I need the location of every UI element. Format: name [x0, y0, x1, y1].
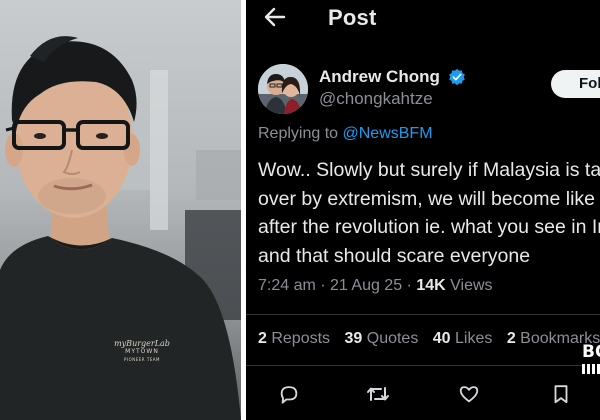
quotes-count: 39: [344, 330, 363, 347]
post-text-line: over by extremism, we will become like I…: [258, 187, 600, 210]
post-header: Post: [246, 0, 600, 38]
like-icon: [459, 386, 479, 403]
repost-button[interactable]: [360, 378, 394, 410]
profile-photo: myBurgerLab MYTOWN PIONEER TEAM: [0, 0, 241, 420]
post-body: Wow.. Slowly but surely if Malaysia is t…: [258, 156, 600, 270]
post-text-line: Wow.. Slowly but surely if Malaysia is t…: [258, 159, 600, 181]
replying-to: Replying to @NewsBFM: [258, 125, 433, 143]
page-title: Post: [328, 5, 377, 30]
reposts-label: Reposts: [266, 330, 331, 347]
avatar-photo: [258, 64, 308, 114]
shirt-line-1: MYTOWN: [125, 348, 159, 355]
author-name[interactable]: Andrew Chong: [319, 67, 440, 87]
action-bar: [246, 378, 600, 410]
likes-count: 40: [432, 330, 451, 347]
watermark-text: BO: [582, 344, 600, 362]
bookmarks-count: 2: [506, 330, 516, 347]
replying-mention-link[interactable]: @NewsBFM: [343, 125, 433, 142]
back-button[interactable]: [260, 4, 290, 30]
views-label: Views: [445, 277, 493, 294]
shirt-line-2: PIONEER TEAM: [124, 357, 160, 362]
avatar[interactable]: [258, 64, 308, 114]
divider-top: [246, 314, 600, 315]
meta-dot: ·: [315, 277, 331, 294]
bookmark-button[interactable]: [544, 378, 578, 410]
reposts-count: 2: [258, 330, 267, 347]
reply-button[interactable]: [272, 378, 306, 410]
post-text-line: and that should scare everyone: [258, 244, 531, 267]
watermark-logo: BO: [582, 344, 600, 384]
likes-label: Likes: [450, 330, 493, 347]
quotes-label: Quotes: [362, 330, 419, 347]
engagement-stats: 2 Reposts 39 Quotes 40 Likes 2 Bookmarks: [258, 330, 600, 348]
watermark-stripes: [582, 364, 600, 374]
post-date[interactable]: 21 Aug 25: [330, 277, 402, 294]
arrow-left-icon: [264, 7, 286, 27]
like-button[interactable]: [452, 378, 486, 410]
shirt-brand: myBurgerLab: [114, 339, 170, 348]
post-meta: 7:24 am · 21 Aug 25 · 14K Views: [258, 277, 493, 295]
repost-icon: [367, 387, 389, 401]
post-text-line: after the revolution ie. what you see in…: [258, 216, 600, 238]
quotes-stat[interactable]: 39 Quotes: [345, 330, 419, 347]
divider-bottom: [246, 365, 600, 366]
reply-icon: [280, 386, 298, 404]
views-count: 14K: [416, 277, 446, 294]
shirt-logo: myBurgerLab MYTOWN PIONEER TEAM: [104, 340, 180, 364]
verified-badge-icon: [449, 68, 465, 86]
bookmark-icon: [554, 385, 568, 404]
reposts-stat[interactable]: 2 Reposts: [258, 330, 330, 347]
replying-prefix: Replying to: [258, 125, 343, 142]
meta-dot: ·: [402, 277, 417, 294]
follow-button[interactable]: Follow: [551, 70, 600, 98]
post-time[interactable]: 7:24 am: [258, 277, 316, 294]
likes-stat[interactable]: 40 Likes: [433, 330, 493, 347]
post-screenshot: Post Andrew Chong @chongkahtze Follow Re…: [246, 0, 600, 420]
author-handle[interactable]: @chongkahtze: [319, 89, 433, 109]
